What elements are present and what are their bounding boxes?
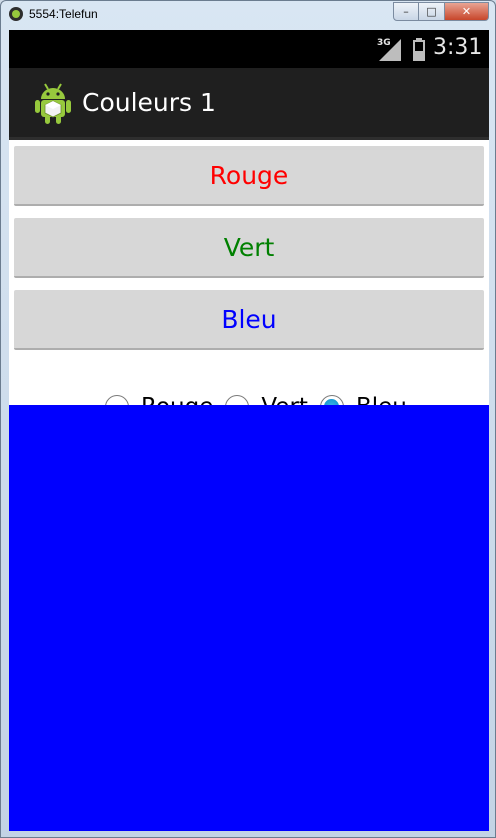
color-display-panel [9,405,489,831]
rouge-button-label: Rouge [209,160,289,190]
window-controls: – □ ✕ [393,2,489,21]
network-type-label: 3G [377,38,391,48]
minimize-icon: – [403,5,409,18]
close-icon: ✕ [461,5,472,18]
vert-button[interactable]: Vert [14,218,484,278]
status-bar: 3G 3:31 [9,30,489,68]
rouge-button[interactable]: Rouge [14,146,484,206]
android-icon [35,83,71,124]
vert-button-label: Vert [223,232,275,262]
bleu-button-label: Bleu [221,304,277,334]
window-titlebar[interactable]: 5554:Telefun – □ ✕ [1,1,495,29]
action-bar: Couleurs 1 [9,68,489,140]
maximize-button[interactable]: □ [419,2,445,21]
device-screen: 3G 3:31 Couleurs 1 Rouge Vert Bleu [9,30,489,831]
minimize-button[interactable]: – [393,2,419,21]
emulator-icon [9,7,23,21]
maximize-icon: □ [426,5,437,18]
emulator-window: 5554:Telefun – □ ✕ 3G 3:31 Couleurs 1 Ro… [0,0,496,838]
battery-icon [413,38,425,61]
bleu-button[interactable]: Bleu [14,290,484,350]
window-title: 5554:Telefun [29,7,98,21]
close-button[interactable]: ✕ [445,2,489,21]
clock: 3:31 [433,35,483,60]
app-title: Couleurs 1 [82,88,216,117]
